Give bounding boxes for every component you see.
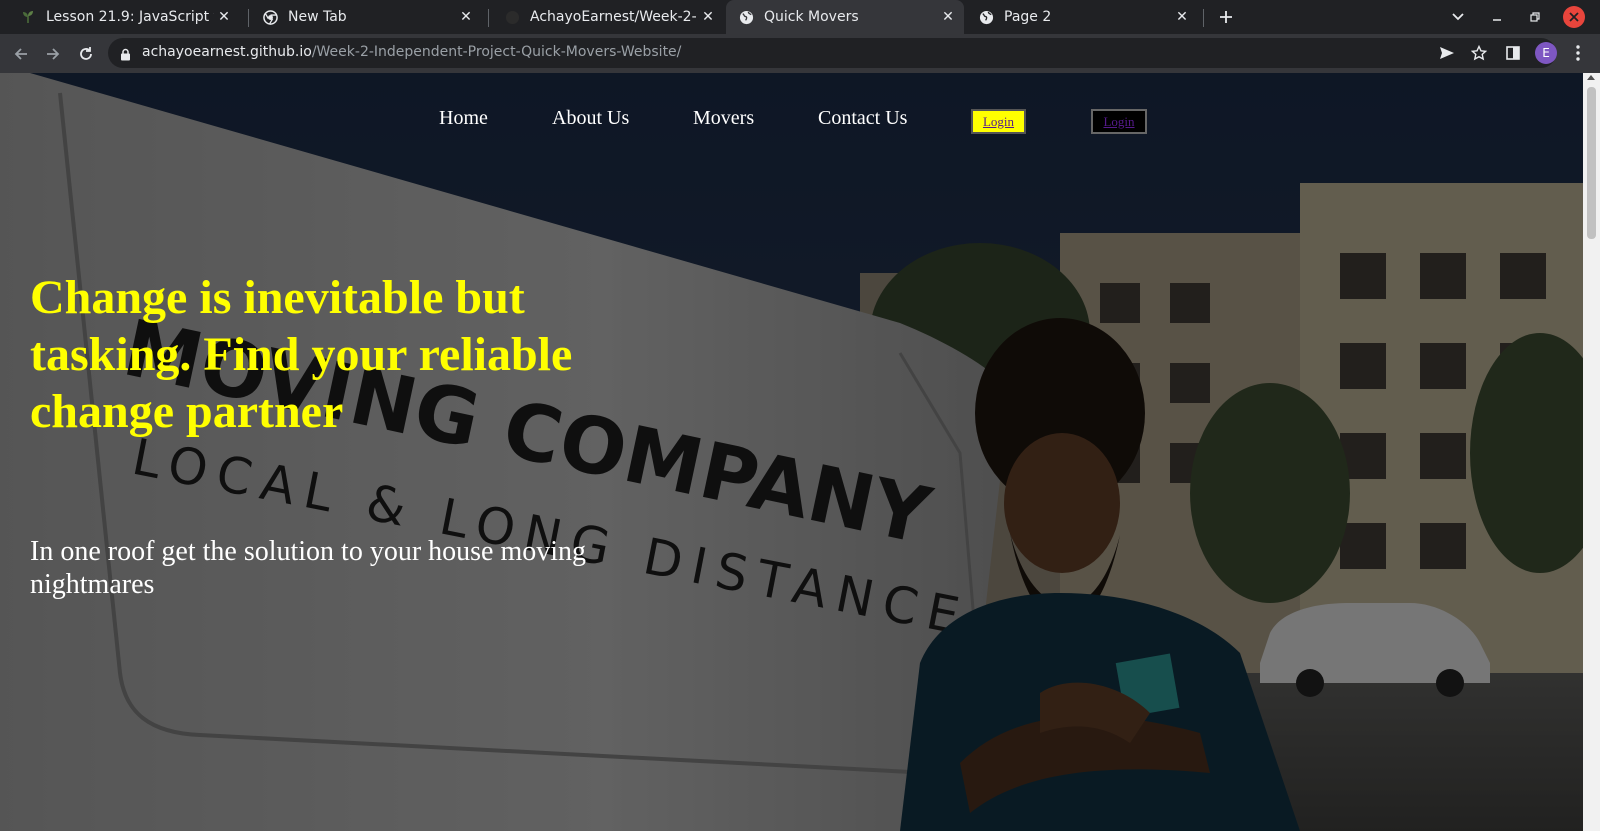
plant-favicon-icon: [20, 9, 36, 25]
more-menu-icon[interactable]: [1568, 42, 1588, 64]
nav-link-about-us[interactable]: About Us: [552, 107, 629, 130]
tab-github-repo[interactable]: AchayoEarnest/Week-2-In ✕: [492, 0, 724, 34]
tab-new-tab[interactable]: New Tab ✕: [250, 0, 482, 34]
minimize-icon: [1493, 19, 1501, 21]
back-button[interactable]: [8, 41, 34, 67]
arrow-right-icon: [47, 48, 60, 60]
nav-link-home[interactable]: Home: [439, 107, 488, 130]
tab-title: Lesson 21.9: JavaScript fil: [46, 9, 214, 25]
login-link[interactable]: Login: [1103, 114, 1134, 130]
tab-lesson[interactable]: Lesson 21.9: JavaScript fil ✕: [8, 0, 240, 34]
tab-title: Page 2: [1004, 9, 1052, 25]
tab-quick-movers[interactable]: Quick Movers ✕: [726, 0, 964, 34]
page-scrollbar[interactable]: [1583, 73, 1600, 831]
close-icon[interactable]: ✕: [698, 7, 718, 27]
globe-icon: [978, 9, 994, 25]
login-link[interactable]: Login: [983, 114, 1014, 130]
restore-icon: [1530, 12, 1540, 22]
send-icon[interactable]: [1438, 44, 1456, 62]
lock-icon[interactable]: [120, 46, 131, 65]
site-navigation: Home About Us Movers Contact Us: [0, 107, 1583, 147]
login-button-secondary[interactable]: Login: [1091, 109, 1147, 134]
hero-subheadline: In one roof get the solution to your hou…: [30, 536, 587, 600]
close-icon[interactable]: ✕: [938, 7, 958, 27]
nav-link-contact-us[interactable]: Contact Us: [818, 107, 907, 130]
tab-strip: Lesson 21.9: JavaScript fil ✕ New Tab ✕ …: [0, 0, 1600, 34]
tab-search-button[interactable]: [1446, 5, 1470, 29]
reload-button[interactable]: [73, 41, 99, 67]
hero-headline: Change is inevitable but tasking. Find y…: [30, 271, 573, 438]
close-icon[interactable]: ✕: [456, 7, 476, 27]
tab-title: New Tab: [288, 9, 347, 25]
nav-link-movers[interactable]: Movers: [693, 107, 754, 130]
github-icon: [504, 9, 520, 25]
plus-icon: [1220, 11, 1232, 23]
tab-title: Quick Movers: [764, 9, 859, 25]
url-path: /Week-2-Independent-Project-Quick-Movers…: [311, 44, 682, 60]
tab-separator: [248, 9, 249, 27]
url-host: achayoearnest.github.io: [142, 44, 312, 60]
address-bar[interactable]: achayoearnest.github.io/Week-2-Independe…: [108, 38, 1556, 68]
profile-avatar[interactable]: E: [1535, 42, 1557, 64]
chevron-down-icon: [1452, 13, 1464, 21]
close-icon: [1569, 12, 1579, 22]
tab-title: AchayoEarnest/Week-2-In: [530, 9, 698, 25]
chrome-icon: [262, 9, 278, 25]
restore-button[interactable]: [1523, 5, 1547, 29]
minimize-button[interactable]: [1485, 5, 1509, 29]
new-tab-button[interactable]: [1214, 5, 1238, 29]
scroll-up-arrow-icon[interactable]: [1587, 75, 1595, 80]
hero-overlay: [0, 73, 1583, 831]
close-icon[interactable]: ✕: [1172, 7, 1192, 27]
close-icon[interactable]: ✕: [214, 7, 234, 27]
arrow-left-icon: [14, 48, 27, 60]
side-panel-icon[interactable]: [1504, 44, 1522, 62]
tab-separator: [488, 9, 489, 27]
globe-icon: [738, 9, 754, 25]
forward-button[interactable]: [40, 41, 66, 67]
reload-icon: [80, 47, 92, 60]
tab-separator: [1203, 9, 1204, 27]
window-close-button[interactable]: [1563, 6, 1585, 28]
login-button-primary[interactable]: Login: [971, 109, 1026, 134]
url-text: achayoearnest.github.io/Week-2-Independe…: [142, 44, 681, 60]
browser-toolbar: achayoearnest.github.io/Week-2-Independe…: [0, 34, 1600, 73]
page-viewport: MOVING COMPANY LOCAL & LONG DISTANCE Hom…: [0, 73, 1583, 831]
tab-page-2[interactable]: Page 2 ✕: [966, 0, 1198, 34]
scrollbar-thumb[interactable]: [1587, 87, 1596, 239]
star-icon[interactable]: [1470, 44, 1488, 62]
